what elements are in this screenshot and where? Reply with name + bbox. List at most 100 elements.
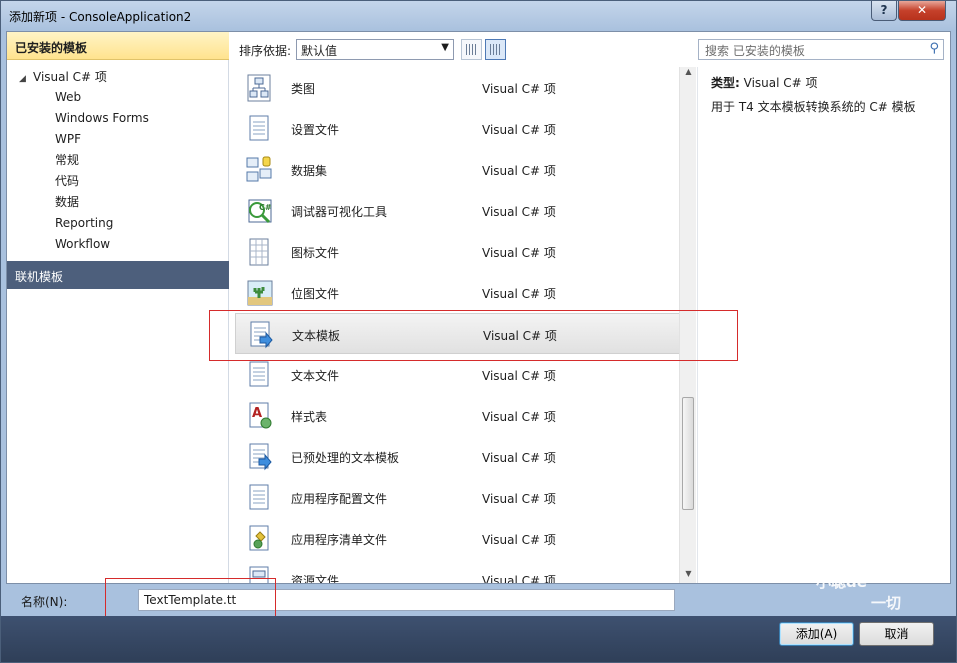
tree-item-code[interactable]: 代码 — [55, 171, 79, 192]
template-type: Visual C# 项 — [482, 205, 556, 219]
template-type: Visual C# 项 — [482, 246, 556, 260]
app-manifest-icon — [245, 524, 273, 554]
template-type: Visual C# 项 — [482, 369, 556, 383]
template-row[interactable]: C# 调试器可视化工具 Visual C# 项 — [235, 190, 682, 231]
template-name: 类图 — [291, 82, 316, 96]
template-details-pane: 类型: Visual C# 项 用于 T4 文本模板转换系统的 C# 模板 — [697, 67, 950, 583]
template-type: Visual C# 项 — [483, 329, 557, 343]
template-row[interactable]: 文本文件 Visual C# 项 — [235, 354, 682, 395]
template-name: 文本模板 — [292, 329, 341, 343]
chevron-down-icon: ▼ — [441, 42, 449, 53]
tree-item-wpf[interactable]: WPF — [55, 129, 81, 150]
tree-root-label: Visual C# 项 — [33, 70, 107, 84]
debugger-visualizer-icon: C# — [245, 196, 273, 226]
template-row[interactable]: 资源文件 Visual C# 项 — [235, 559, 682, 583]
template-name: 应用程序配置文件 — [291, 492, 388, 506]
bitmap-file-icon — [245, 278, 273, 308]
detail-type-value: Visual C# 项 — [743, 76, 818, 90]
template-name: 应用程序清单文件 — [291, 533, 388, 547]
template-type: Visual C# 项 — [482, 410, 556, 424]
template-row[interactable]: 已预处理的文本模板 Visual C# 项 — [235, 436, 682, 477]
template-row[interactable]: 应用程序清单文件 Visual C# 项 — [235, 518, 682, 559]
icon-file-icon — [245, 237, 273, 267]
template-name: 文本文件 — [291, 369, 340, 383]
tree-item-web[interactable]: Web — [55, 87, 81, 108]
watermark-text-2: dé — [846, 573, 867, 591]
search-input[interactable]: 搜索 已安装的模板 ⚲ — [698, 39, 944, 60]
template-type: Visual C# 项 — [482, 451, 556, 465]
settings-file-icon — [245, 114, 273, 144]
detail-description: 用于 T4 文本模板转换系统的 C# 模板 — [711, 100, 916, 114]
template-row[interactable]: 图标文件 Visual C# 项 — [235, 231, 682, 272]
template-name: 图标文件 — [291, 246, 340, 260]
template-type: Visual C# 项 — [482, 492, 556, 506]
list-view-icon — [490, 44, 501, 55]
title-bar: 添加新项 - ConsoleApplication2 ? ✕ — [1, 1, 956, 31]
add-new-item-dialog: 添加新项 - ConsoleApplication2 ? ✕ 已安装的模板 ◢ V… — [0, 0, 957, 663]
svg-text:C#: C# — [259, 203, 272, 212]
watermark-text-3: 一切 — [871, 594, 902, 612]
search-icon[interactable]: ⚲ — [929, 41, 939, 56]
tree-item-general[interactable]: 常规 — [55, 150, 79, 171]
sort-dropdown[interactable]: 默认值 ▼ — [296, 39, 454, 60]
add-button[interactable]: 添加(A) — [779, 622, 854, 646]
resource-file-icon — [245, 565, 273, 583]
installed-templates-header[interactable]: 已安装的模板 — [7, 32, 229, 60]
tree-item-reporting[interactable]: Reporting — [55, 213, 113, 234]
template-name: 设置文件 — [291, 123, 340, 137]
template-list: 类图 Visual C# 项设置文件 Visual C# 项数据集 Visual C#… — [235, 67, 685, 583]
dataset-icon — [245, 155, 273, 185]
name-field[interactable]: TextTemplate.tt — [138, 589, 675, 611]
template-type: Visual C# 项 — [482, 287, 556, 301]
template-row[interactable]: A 样式表 Visual C# 项 — [235, 395, 682, 436]
template-type: Visual C# 项 — [482, 574, 556, 583]
help-button[interactable]: ? — [871, 1, 897, 21]
dialog-content: 已安装的模板 ◢ Visual C# 项 Web Windows Forms WP… — [6, 31, 951, 584]
template-type: Visual C# 项 — [482, 533, 556, 547]
preprocessed-template-icon — [245, 442, 273, 472]
sort-value: 默认值 — [301, 44, 338, 58]
template-name: 已预处理的文本模板 — [291, 451, 400, 465]
window-title: 添加新项 - ConsoleApplication2 — [9, 10, 192, 24]
template-row[interactable]: 设置文件 Visual C# 项 — [235, 108, 682, 149]
template-name: 调试器可视化工具 — [291, 205, 388, 219]
grid-view-icon — [466, 44, 477, 55]
scroll-thumb[interactable] — [682, 397, 694, 510]
template-name: 位图文件 — [291, 287, 340, 301]
scroll-up-icon[interactable]: ▲ — [680, 67, 697, 81]
template-row[interactable]: 类图 Visual C# 项 — [235, 67, 682, 108]
app-config-icon — [245, 483, 273, 513]
detail-type: 类型: Visual C# 项 — [711, 74, 818, 91]
close-button[interactable]: ✕ — [898, 1, 946, 21]
template-type: Visual C# 项 — [482, 164, 556, 178]
sort-label: 排序依据: — [239, 44, 292, 58]
tree-item-data[interactable]: 数据 — [55, 192, 79, 213]
template-name: 资源文件 — [291, 574, 340, 583]
tree-expand-icon[interactable]: ◢ — [19, 74, 33, 84]
details-view-button[interactable] — [485, 39, 506, 60]
tree-item-windows-forms[interactable]: Windows Forms — [55, 108, 149, 129]
template-name: 数据集 — [291, 164, 328, 178]
template-list-scrollbar[interactable]: ▲ ▼ — [679, 67, 696, 583]
text-template-icon — [246, 320, 274, 350]
medium-icons-view-button[interactable] — [461, 39, 482, 60]
detail-type-label: 类型: — [711, 76, 740, 90]
cancel-button[interactable]: 取消 — [859, 622, 934, 646]
template-row-selected[interactable]: 文本模板 Visual C# 项 — [235, 313, 682, 354]
template-row[interactable]: 位图文件 Visual C# 项 — [235, 272, 682, 313]
scroll-down-icon[interactable]: ▼ — [680, 569, 697, 583]
tree-root-visual-csharp[interactable]: ◢ Visual C# 项 — [19, 68, 107, 85]
template-type: Visual C# 项 — [482, 123, 556, 137]
stylesheet-icon: A — [245, 401, 273, 431]
template-row[interactable]: 数据集 Visual C# 项 — [235, 149, 682, 190]
name-label: 名称(N): — [21, 595, 68, 609]
online-templates-header[interactable]: 联机模板 — [7, 261, 229, 289]
template-category-pane: 已安装的模板 ◢ Visual C# 项 Web Windows Forms WP… — [7, 32, 229, 583]
text-file-icon — [245, 360, 273, 390]
tree-item-workflow[interactable]: Workflow — [55, 234, 110, 255]
watermark-logo: 小聪dé 一切 — [816, 571, 911, 621]
template-row[interactable]: 应用程序配置文件 Visual C# 项 — [235, 477, 682, 518]
watermark-text-1: 小聪 — [816, 573, 847, 591]
template-type: Visual C# 项 — [482, 82, 556, 96]
search-placeholder: 搜索 已安装的模板 — [705, 44, 805, 58]
